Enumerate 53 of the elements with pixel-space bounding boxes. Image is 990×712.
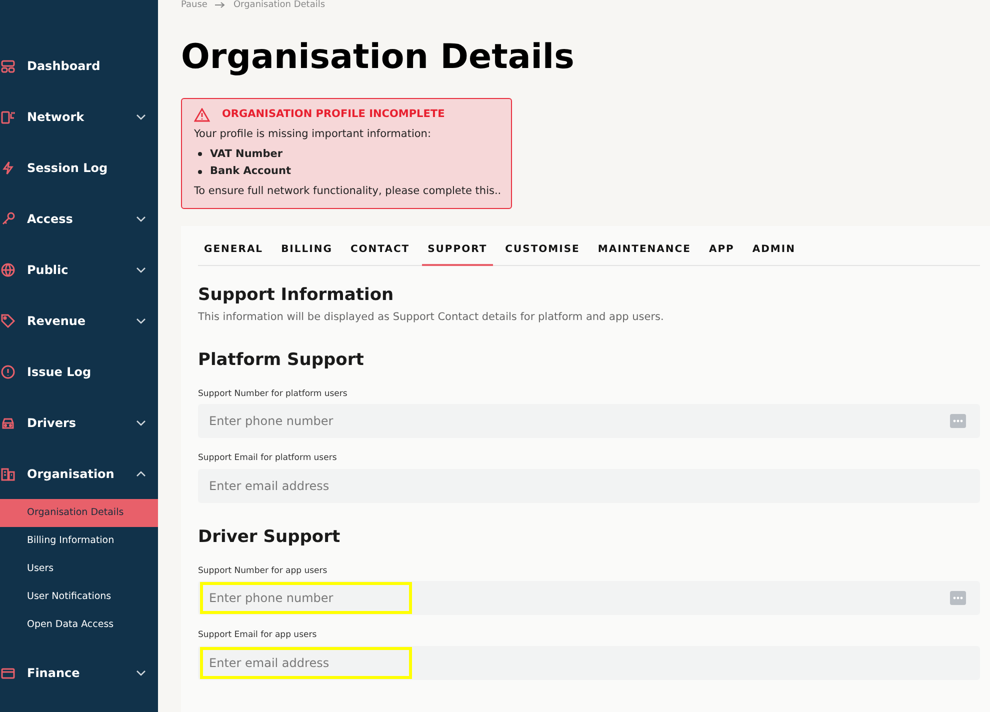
page-title: Organisation Details <box>181 40 576 74</box>
tab[interactable]: ADMIN <box>746 242 802 266</box>
nav-item[interactable]: Network <box>0 103 158 131</box>
nav-item[interactable]: Access <box>0 205 158 233</box>
charger-icon <box>0 109 16 125</box>
nav-item[interactable]: Public <box>0 256 158 284</box>
more-icon[interactable] <box>950 414 966 428</box>
warning-icon <box>194 108 210 122</box>
alert-text: To ensure full network functionality, please complete this.. <box>194 184 499 199</box>
lightning-icon <box>0 160 16 176</box>
input-field[interactable]: Enter email address <box>198 646 980 680</box>
alert-icon <box>0 364 16 380</box>
bullet-icon <box>198 152 202 156</box>
key-icon <box>0 211 16 227</box>
tab[interactable]: APP <box>702 242 740 266</box>
nav-subitem[interactable]: User Notifications <box>0 583 158 611</box>
alert-title: ORGANISATION PROFILE INCOMPLETE <box>222 107 445 122</box>
tab[interactable]: SUPPORT <box>422 242 494 266</box>
input-field[interactable]: Enter email address <box>198 469 980 503</box>
nav-item[interactable]: Session Log <box>0 154 158 182</box>
alert-text: Your profile is missing important information: <box>194 126 432 142</box>
field-label: Support Number for platform users <box>198 388 348 400</box>
field-label: Support Email for app users <box>198 629 318 642</box>
tab[interactable]: MAINTENANCE <box>592 242 697 266</box>
tab[interactable]: CUSTOMISE <box>499 242 586 266</box>
tab[interactable]: BILLING <box>275 242 338 266</box>
field-label: Support Email for platform users <box>198 452 338 465</box>
missing-item: Bank Account <box>210 164 291 180</box>
nav-item[interactable]: Finance <box>0 659 158 687</box>
nav-item[interactable]: Dashboard <box>0 52 158 80</box>
nav-subitem[interactable]: Billing Information <box>0 527 158 555</box>
section-heading: Support Information <box>198 284 395 307</box>
tab[interactable]: CONTACT <box>344 242 416 266</box>
nav-subitem[interactable]: Open Data Access <box>0 611 158 639</box>
field-label: Support Number for app users <box>198 564 328 578</box>
building-icon <box>0 466 16 482</box>
more-icon[interactable] <box>950 591 966 606</box>
nav-subitem[interactable]: Organisation Details <box>0 499 158 527</box>
bullet-icon <box>198 170 202 174</box>
nav-item[interactable]: Organisation <box>0 460 158 488</box>
group-heading: Driver Support <box>198 526 342 549</box>
globe-icon <box>0 262 16 278</box>
nav-item[interactable]: Issue Log <box>0 358 158 386</box>
nav-item[interactable]: Revenue <box>0 307 158 335</box>
group-heading: Platform Support <box>198 349 365 372</box>
nav-item[interactable]: Drivers <box>0 409 158 437</box>
tag-icon <box>0 313 16 329</box>
grid-icon <box>0 58 16 74</box>
nav-subitem[interactable]: Users <box>0 555 158 583</box>
tab[interactable]: GENERAL <box>198 242 270 266</box>
section-description: This information will be displayed as Support Contact details for platform and app users. <box>198 310 665 326</box>
arrow-icon <box>215 2 226 8</box>
missing-item: VAT Number <box>210 146 283 162</box>
